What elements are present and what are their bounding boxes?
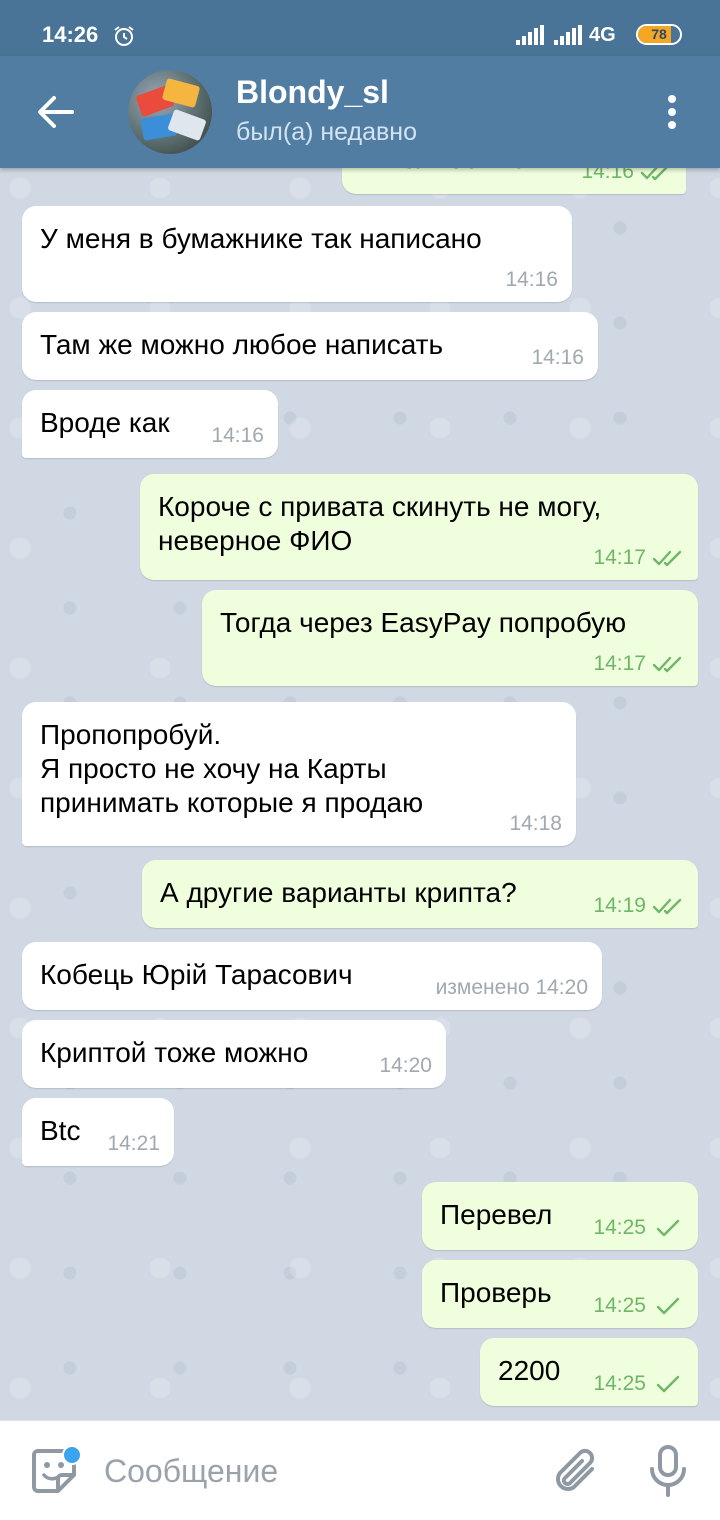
message-bubble[interactable]: У меня в бумажнике так написано 14:16 xyxy=(22,206,572,302)
double-check-icon xyxy=(652,550,682,567)
status-bar: 14:26 4G 78 xyxy=(0,0,720,56)
check-icon xyxy=(656,1219,680,1237)
contact-name[interactable]: Blondy_sl xyxy=(236,74,389,111)
message-text: Тогда через EasyPay попробую xyxy=(220,607,627,638)
message-time: 14:25 xyxy=(593,1294,646,1317)
contact-status: был(а) недавно xyxy=(236,118,418,146)
message-time: 14:17 xyxy=(593,546,646,569)
network-type: 4G xyxy=(589,24,616,46)
signal-icon xyxy=(554,25,582,45)
message-bubble[interactable]: Пропопробуй. Я просто не хочу на Карты п… xyxy=(22,702,576,846)
signal-icon xyxy=(516,25,544,45)
avatar[interactable] xyxy=(128,70,212,154)
message-bubble[interactable]: Тогда через EasyPay попробую 14:17 xyxy=(202,590,698,686)
message-bubble[interactable]: Проверь 14:25 xyxy=(422,1260,698,1328)
message-time: 14:16 xyxy=(531,346,584,369)
check-icon xyxy=(656,1375,680,1393)
message-time: 14:25 xyxy=(593,1216,646,1239)
message-bubble[interactable]: 2200 14:25 xyxy=(480,1338,698,1406)
attach-icon[interactable] xyxy=(552,1445,600,1497)
message-bubble[interactable]: Вроде как 14:16 xyxy=(22,390,278,458)
message-text: Криптой тоже можно xyxy=(40,1037,309,1068)
message-input[interactable] xyxy=(104,1447,524,1495)
battery-level: 78 xyxy=(651,26,667,42)
double-check-icon xyxy=(652,656,682,673)
message-time: 14:21 xyxy=(107,1132,160,1155)
chat-header: Blondy_sl был(а) недавно xyxy=(0,56,720,168)
message-time: 14:16 xyxy=(581,168,634,183)
message-time: 14:19 xyxy=(593,894,646,917)
battery-icon: 78 xyxy=(636,24,682,45)
message-input-bar xyxy=(0,1420,720,1520)
notification-dot xyxy=(62,1445,82,1465)
message-text: Пропопробуй. Я просто не хочу на Карты п… xyxy=(40,719,424,818)
message-time: 14:16 xyxy=(211,424,264,447)
message-text: Там же можно любое написать xyxy=(40,329,444,360)
message-time: 14:18 xyxy=(509,812,562,835)
message-time: 14:25 xyxy=(593,1372,646,1395)
message-bubble[interactable]: Криптой тоже можно 14:20 xyxy=(22,1020,446,1088)
message-text: У меня в бумажнике так написано xyxy=(40,223,482,254)
message-time: 14:17 xyxy=(593,652,646,675)
double-check-icon xyxy=(652,898,682,915)
alarm-icon xyxy=(114,26,134,46)
back-arrow-icon[interactable] xyxy=(36,94,74,130)
message-bubble[interactable]: А другие варианты крипта? 14:19 xyxy=(142,860,698,928)
message-time: изменено 14:20 xyxy=(435,976,588,999)
more-vert-icon[interactable] xyxy=(660,92,684,132)
message-bubble[interactable]: Кобець Юрій Тарасович изменено 14:20 xyxy=(22,942,602,1010)
chat-messages[interactable]: А полностью? 14:16 У меня в бумажнике та… xyxy=(0,168,720,1420)
message-bubble[interactable]: Там же можно любое написать 14:16 xyxy=(22,312,598,380)
message-time: 14:16 xyxy=(505,268,558,291)
message-bubble[interactable]: Перевел 14:25 xyxy=(422,1182,698,1250)
message-time: 14:20 xyxy=(379,1054,432,1077)
check-icon xyxy=(656,1297,680,1315)
message-bubble[interactable]: Btc 14:21 xyxy=(22,1098,174,1166)
message-bubble[interactable]: Короче с привата скинуть не могу, неверн… xyxy=(140,474,698,580)
message-bubble[interactable]: А полностью? 14:16 xyxy=(342,168,686,194)
status-time: 14:26 xyxy=(42,22,99,47)
mic-icon[interactable] xyxy=(648,1443,688,1499)
double-check-icon xyxy=(640,168,668,181)
